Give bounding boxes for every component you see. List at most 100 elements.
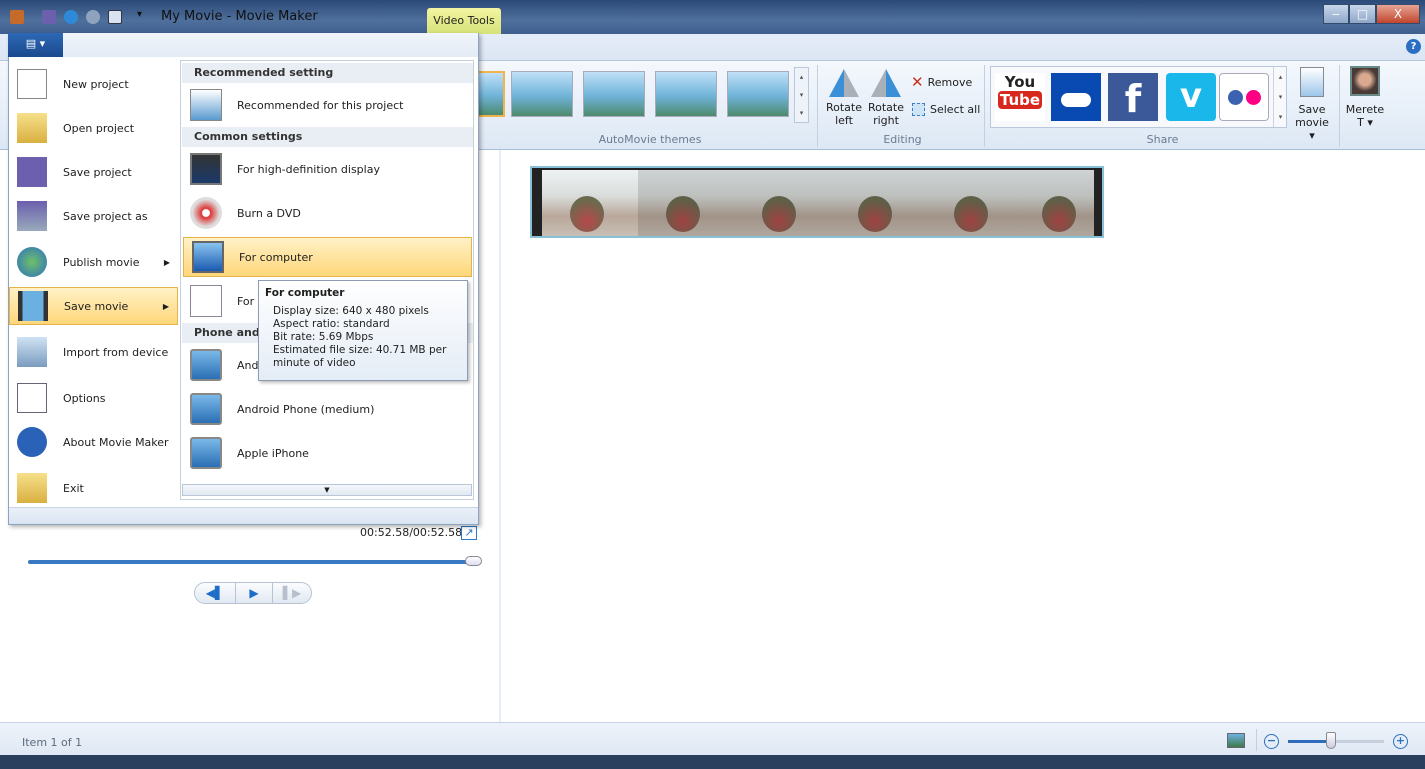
zoom-slider-fill	[1288, 740, 1332, 743]
label: Import from device	[63, 345, 169, 359]
save-option-for-high-definition-display[interactable]: For high-definition display	[182, 149, 473, 189]
camera-import-icon	[17, 337, 47, 367]
zoom-slider-thumb[interactable]	[1326, 732, 1337, 749]
close-button[interactable]: X	[1376, 4, 1420, 24]
onedrive-icon[interactable]	[1051, 73, 1101, 121]
redo-icon[interactable]	[86, 10, 100, 24]
flickr-icon[interactable]	[1219, 73, 1269, 121]
fullscreen-icon[interactable]: ↗	[461, 526, 477, 540]
clip-frame	[542, 170, 638, 236]
minimize-button[interactable]: ‒	[1323, 4, 1349, 24]
menu-icon: ▤ ▾	[25, 37, 46, 50]
menu-item-open-project[interactable]: Open project	[9, 109, 178, 147]
label: Rotate	[867, 101, 904, 114]
label: Rotate	[825, 101, 862, 114]
menu-item-new-project[interactable]: New project	[9, 65, 178, 103]
label: About Movie Maker	[63, 435, 169, 449]
theme-thumbnail[interactable]	[655, 71, 717, 117]
label: Options	[63, 391, 106, 405]
divider	[1256, 729, 1257, 751]
checklist-icon	[17, 383, 47, 413]
title-bar: ▾ My Movie - Movie Maker Video Tools ‒ □…	[0, 0, 1425, 34]
save-option-for-computer[interactable]: For computer	[183, 237, 472, 277]
menu-item-publish-movie[interactable]: Publish movie ▶	[9, 243, 178, 281]
tooltip-line: Bit rate: 5.69 Mbps	[273, 331, 374, 343]
tooltip-line: minute of video	[273, 357, 356, 369]
save-as-icon	[17, 201, 47, 231]
submenu-scroll-down[interactable]: ▼	[182, 484, 472, 496]
share-scroll[interactable]: ▴ ▾ ▾	[1273, 67, 1287, 127]
share-group-label: Share	[1146, 133, 1179, 146]
label: Burn a DVD	[237, 206, 301, 220]
menu-item-exit[interactable]: Exit	[9, 469, 178, 507]
previous-frame-button[interactable]: ◀▌	[195, 583, 235, 603]
label: For high-definition display	[237, 162, 380, 176]
remove-button[interactable]: ✕ Remove	[911, 73, 972, 91]
hd-display-icon	[190, 153, 222, 185]
menu-item-save-project-as[interactable]: Save project as	[9, 197, 178, 235]
save-option-phone[interactable]: Apple iPhone	[182, 433, 473, 473]
zoom-in-icon[interactable]: +	[1393, 734, 1408, 749]
status-bar: Item 1 of 1 − +	[0, 722, 1425, 755]
storyboard-clip[interactable]	[530, 166, 1104, 238]
common-settings-header: Common settings	[182, 127, 473, 147]
remove-x-icon: ✕	[911, 73, 924, 91]
menu-item-save-project[interactable]: Save project	[9, 153, 178, 191]
menu-item-about-movie-maker[interactable]: About Movie Maker	[9, 423, 178, 461]
item-count: Item 1 of 1	[22, 736, 83, 749]
label: T ▾	[1357, 116, 1373, 129]
video-tools-contextual-tab[interactable]: Video Tools	[427, 8, 501, 34]
vimeo-icon[interactable]: v	[1166, 73, 1216, 121]
select-all-button[interactable]: Select all	[912, 103, 980, 116]
label: right	[873, 114, 899, 127]
youtube-icon[interactable]: You Tube	[995, 73, 1045, 121]
theme-thumbnail[interactable]	[727, 71, 789, 117]
exit-icon	[17, 473, 47, 503]
menu-item-options[interactable]: Options	[9, 379, 178, 417]
globe-icon	[17, 247, 47, 277]
clip-frame	[830, 170, 926, 236]
avatar	[1350, 66, 1380, 96]
undo-icon[interactable]	[64, 10, 78, 24]
label: For computer	[239, 250, 313, 264]
label: Save	[1298, 103, 1326, 116]
save-movie-button[interactable]: Save movie ▾	[1292, 67, 1332, 142]
save-option-burn-a-dvd[interactable]: Burn a DVD	[182, 193, 473, 233]
menu-header	[63, 33, 478, 57]
next-frame-button[interactable]: ▌▶	[273, 583, 311, 603]
rotate-right-button[interactable]: Rotate right	[866, 69, 906, 127]
thumbnail-size-icon[interactable]	[1227, 733, 1245, 748]
snapshot-icon[interactable]	[108, 10, 122, 24]
window-title: My Movie - Movie Maker	[161, 9, 318, 24]
label: Save project	[63, 165, 132, 179]
label: Merete	[1345, 103, 1385, 116]
play-button[interactable]: ▶	[235, 583, 273, 603]
theme-thumbnail[interactable]	[477, 71, 505, 117]
theme-thumbnail[interactable]	[511, 71, 573, 117]
save-movie-icon	[1300, 67, 1324, 97]
label: Publish movie	[63, 255, 140, 269]
maximize-button[interactable]: □	[1349, 4, 1376, 24]
save-option-phone[interactable]: Android Phone (medium)	[182, 389, 473, 429]
menu-item-import-from-device[interactable]: Import from device	[9, 333, 178, 371]
seek-bar[interactable]	[28, 560, 474, 564]
label: Save project as	[63, 209, 148, 223]
rotate-left-button[interactable]: Rotate left	[824, 69, 864, 127]
menu-item-save-movie[interactable]: Save movie ▶	[9, 287, 178, 325]
customize-quick-access-icon[interactable]: ▾	[137, 9, 142, 20]
application-menu-button[interactable]: ▤ ▾	[8, 33, 63, 57]
seek-thumb[interactable]	[465, 556, 482, 566]
theme-thumbnail[interactable]	[583, 71, 645, 117]
themes-scroll[interactable]: ▴ ▾ ▾	[794, 67, 809, 123]
facebook-icon[interactable]: f	[1108, 73, 1158, 121]
account-button[interactable]: Merete T ▾	[1344, 66, 1386, 129]
zoom-out-icon[interactable]: −	[1264, 734, 1279, 749]
help-icon[interactable]: ?	[1406, 39, 1421, 54]
recommended-for-project-item[interactable]: Recommended for this project	[182, 85, 473, 125]
email-icon	[190, 285, 222, 317]
info-icon	[17, 427, 47, 457]
save-icon[interactable]	[42, 10, 56, 24]
pane-divider[interactable]	[499, 150, 501, 722]
tooltip-line: Aspect ratio: standard	[273, 318, 390, 330]
label: Android Phone (medium)	[237, 402, 375, 416]
